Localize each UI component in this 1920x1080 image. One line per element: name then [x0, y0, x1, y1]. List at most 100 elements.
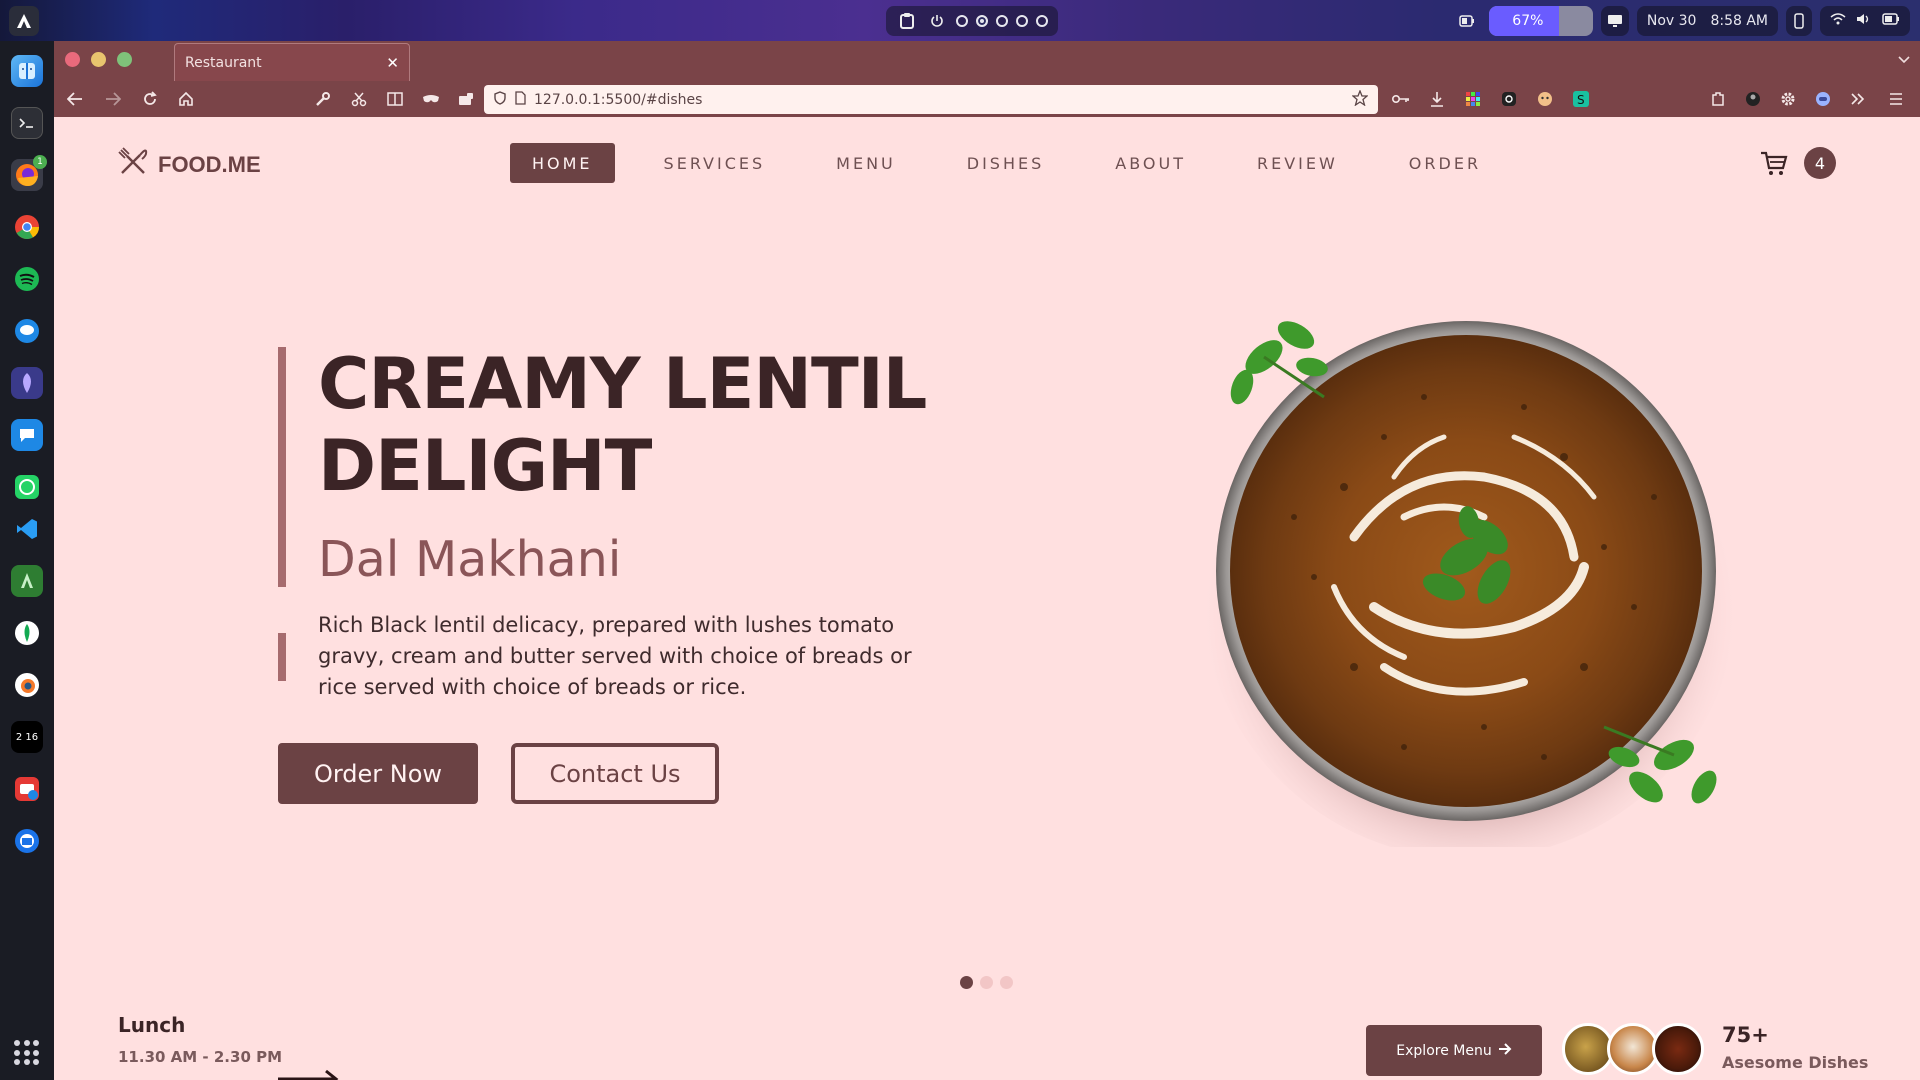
title-accent-bar — [278, 347, 286, 587]
hero-title: CREAMY LENTIL DELIGHT — [318, 343, 958, 507]
cart-icon[interactable] — [1758, 147, 1790, 179]
cart-count-badge[interactable]: 4 — [1804, 147, 1836, 179]
nav-menu[interactable]: MENU — [814, 143, 918, 183]
site-logo[interactable]: FOOD.ME — [118, 147, 261, 183]
android-studio-icon[interactable] — [11, 565, 43, 597]
vpn-icon[interactable] — [1812, 88, 1834, 110]
blender-icon[interactable] — [11, 669, 43, 701]
nav-about[interactable]: ABOUT — [1093, 143, 1208, 183]
battery-saver-icon[interactable] — [1453, 6, 1481, 36]
messages-icon[interactable] — [11, 315, 43, 347]
quick-settings[interactable] — [1820, 6, 1910, 36]
svg-text:S: S — [1577, 93, 1585, 107]
finder-icon[interactable] — [11, 55, 43, 87]
battery-percent: 67% — [1512, 13, 1544, 29]
nav-services[interactable]: SERVICES — [642, 143, 788, 183]
hero-description: Rich Black lentil delicacy, prepared wit… — [318, 613, 912, 699]
notes-icon[interactable] — [11, 367, 43, 399]
workspace-1-indicator[interactable] — [956, 15, 968, 27]
workspace-3-indicator[interactable] — [996, 15, 1008, 27]
vscode-icon[interactable] — [11, 513, 43, 545]
main-nav: HOME SERVICES MENU DISHES ABOUT REVIEW O… — [510, 143, 1530, 183]
tab-restaurant[interactable]: Restaurant ✕ — [174, 43, 410, 81]
container-tab-icon[interactable] — [455, 88, 477, 110]
extension-face-icon[interactable] — [1534, 88, 1556, 110]
settings-gear-icon[interactable] — [1777, 88, 1799, 110]
extension-dark-icon[interactable] — [1498, 88, 1520, 110]
shield-icon[interactable] — [494, 90, 506, 109]
display-settings-icon[interactable] — [1600, 6, 1629, 36]
screenshot-icon[interactable] — [348, 88, 370, 110]
show-applications-icon[interactable] — [14, 1040, 40, 1066]
home-icon[interactable] — [175, 88, 197, 110]
launcher-logo-icon[interactable] — [9, 6, 39, 36]
meal-title: Lunch — [118, 1013, 186, 1037]
workspace-2-indicator[interactable] — [976, 15, 988, 27]
tab-list-chevron-icon[interactable] — [1898, 53, 1910, 67]
hero-title-line2: DELIGHT — [318, 425, 652, 507]
explore-menu-label: Explore Menu — [1396, 1042, 1492, 1059]
workspace-5-indicator[interactable] — [1036, 15, 1048, 27]
thunderbird-icon[interactable] — [11, 825, 43, 857]
chrome-icon[interactable] — [11, 211, 43, 243]
carousel-dot-1[interactable] — [960, 976, 973, 989]
extension-s-icon[interactable]: S — [1570, 88, 1592, 110]
carousel-dot-3[interactable] — [1000, 976, 1013, 989]
account-avatar-icon[interactable] — [1742, 88, 1764, 110]
close-window-button[interactable] — [65, 52, 80, 67]
dish-count: 75+ — [1722, 1023, 1769, 1047]
download-icon[interactable] — [1426, 88, 1448, 110]
terminal-icon[interactable] — [11, 107, 43, 139]
nav-order[interactable]: ORDER — [1387, 143, 1503, 183]
back-arrow-icon[interactable] — [64, 88, 86, 110]
long-arrow-icon[interactable] — [278, 1067, 340, 1080]
chat-icon[interactable] — [11, 419, 43, 451]
minimize-window-button[interactable] — [91, 52, 106, 67]
reader-view-icon[interactable] — [384, 88, 406, 110]
dish-thumbnail-3 — [1652, 1023, 1704, 1075]
time-text: 8:58 AM — [1710, 13, 1768, 29]
url-text: 127.0.0.1:5500/#dishes — [534, 91, 703, 108]
phone-icon[interactable] — [1786, 6, 1812, 36]
firefox-icon[interactable]: 1 — [11, 155, 47, 191]
close-tab-icon[interactable]: ✕ — [386, 54, 399, 72]
contact-us-button[interactable]: Contact Us — [511, 743, 719, 804]
battery-indicator[interactable]: 67% — [1488, 6, 1593, 36]
clock-icon[interactable]: 2 16 — [11, 721, 43, 753]
wrench-icon[interactable] — [312, 88, 334, 110]
overflow-chevrons-icon[interactable] — [1847, 88, 1869, 110]
date-time[interactable]: Nov 30 8:58 AM — [1636, 6, 1778, 36]
description-accent-bar — [278, 633, 286, 681]
page-info-icon[interactable] — [514, 90, 526, 109]
workspace-4-indicator[interactable] — [1016, 15, 1028, 27]
carousel-dot-2[interactable] — [980, 976, 993, 989]
order-now-button[interactable]: Order Now — [278, 743, 478, 804]
address-bar[interactable]: 127.0.0.1:5500/#dishes — [484, 85, 1378, 114]
nav-home[interactable]: HOME — [510, 143, 615, 183]
meal-time: 11.30 AM - 2.30 PM — [118, 1048, 283, 1066]
spotify-icon[interactable] — [11, 263, 43, 295]
nav-dishes[interactable]: DISHES — [945, 143, 1067, 183]
extensions-puzzle-icon[interactable] — [1707, 88, 1729, 110]
system-tray: 67% Nov 30 8:58 AM — [1453, 6, 1920, 36]
navigation-toolbar: 127.0.0.1:5500/#dishes S — [54, 81, 1920, 117]
bookmark-star-icon[interactable] — [1351, 88, 1369, 110]
tab-title: Restaurant — [185, 54, 262, 71]
clipboard-icon[interactable] — [896, 10, 918, 32]
hamburger-menu-icon[interactable] — [1885, 88, 1907, 110]
tab-strip: Restaurant ✕ — [54, 41, 1920, 81]
browser-window: Restaurant ✕ 127.0.0.1:5500/#dishes S FO… — [54, 41, 1920, 1080]
maximize-window-button[interactable] — [117, 52, 132, 67]
forward-arrow-icon[interactable] — [102, 88, 124, 110]
whatsapp-icon[interactable] — [11, 471, 43, 503]
private-mask-icon[interactable] — [420, 88, 442, 110]
apps-grid-icon[interactable] — [1462, 88, 1484, 110]
power-icon[interactable] — [926, 10, 948, 32]
reload-icon[interactable] — [139, 88, 161, 110]
mongodb-icon[interactable] — [11, 617, 43, 649]
explore-menu-button[interactable]: Explore Menu — [1366, 1025, 1542, 1076]
dish-thumbnails — [1562, 1023, 1704, 1077]
key-icon[interactable] — [1390, 88, 1412, 110]
downloader-icon[interactable] — [11, 773, 43, 805]
nav-review[interactable]: REVIEW — [1235, 143, 1360, 183]
